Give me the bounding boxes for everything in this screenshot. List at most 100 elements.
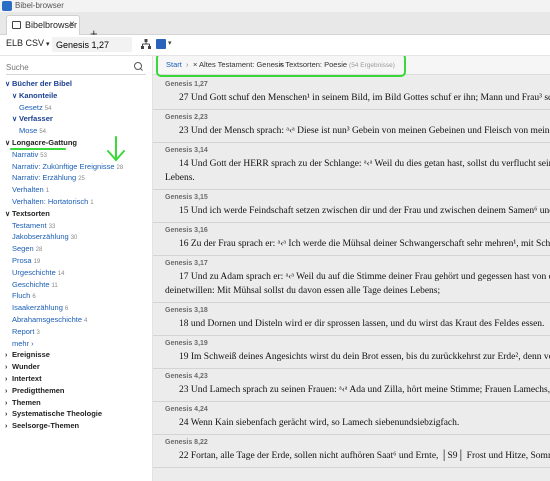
verse-card[interactable]: Genesis 3,18 18 und Dornen und Disteln wi…	[153, 303, 550, 336]
tab-bibelbrowser[interactable]: Bibelbrowser ×	[6, 15, 80, 35]
filter-count: 28	[35, 247, 43, 254]
verse-text: 23 Und Lamech sprach zu seinen Frauen: ᵃ…	[179, 385, 550, 395]
filter-subgroup[interactable]: ∨ Verfasser	[0, 113, 152, 125]
verse-card[interactable]: Genesis 2,23 23 Und der Mensch sprach: ᵃ‹…	[153, 110, 550, 143]
filter-item[interactable]: Prosa 19	[0, 255, 152, 267]
filter-label: Narrativ	[12, 149, 39, 159]
tab-bar: Bibelbrowser × +	[0, 12, 550, 41]
annotation-highlight-box	[156, 56, 406, 77]
annotation-underline	[10, 148, 66, 150]
verse-card[interactable]: Genesis 3,14 14 Und Gott der HERR sprach …	[153, 143, 550, 190]
verse-reference[interactable]: Genesis 3,16	[165, 223, 550, 237]
filter-label: Fluch	[12, 291, 31, 301]
breadcrumb: Start › × Altes Testament: Genesis › × T…	[153, 56, 550, 77]
filter-count: 53	[40, 152, 47, 159]
verse-card[interactable]: Genesis 3,19 19 Im Schweiß deines Angesic…	[153, 336, 550, 369]
filter-item[interactable]: Narrativ 53	[0, 149, 152, 161]
filter-item[interactable]: Verhalten: Hortatorisch 1	[0, 196, 152, 208]
filter-label: Geschichte	[12, 279, 50, 289]
filter-section[interactable]: ∨ Bücher der Bibel	[0, 78, 152, 90]
filter-section[interactable]: › Predigtthemen	[0, 385, 152, 397]
chevron-down-icon[interactable]: ▾	[168, 39, 172, 47]
filter-label: Ereignisse	[12, 350, 50, 360]
filter-label: Predigtthemen	[12, 385, 65, 395]
results-panel: Start › × Altes Testament: Genesis › × T…	[153, 56, 550, 481]
filter-count: 11	[51, 282, 58, 289]
verse-text: 17 Und zu Adam sprach er: ᵃ‹ᵃ Weil du au…	[179, 272, 550, 282]
filter-section[interactable]: ∨ Longacre-Gattung	[0, 137, 152, 149]
filter-item[interactable]: Narrativ: Zukünftige Ereignisse 28	[0, 161, 152, 173]
filter-label: Verhalten	[12, 185, 44, 195]
verse-reference[interactable]: Genesis 3,18	[165, 303, 550, 317]
filter-label: Intertext	[12, 373, 42, 383]
filter-label: Textsorten	[12, 208, 50, 218]
verse-card[interactable]: Genesis 8,22 22 Fortan, alle Tage der Erd…	[153, 435, 550, 468]
filter-label: Bücher der Bibel	[12, 79, 73, 88]
filter-count: 54	[44, 105, 52, 112]
filter-item[interactable]: Fluch 6	[0, 290, 152, 302]
annotation-arrow-icon	[107, 136, 125, 162]
checkbox-icon[interactable]	[156, 39, 166, 49]
filter-count: 1	[45, 188, 50, 195]
verse-reference[interactable]: Genesis 3,17	[165, 256, 550, 270]
filter-item[interactable]: Urgeschichte 14	[0, 267, 152, 279]
verse-reference[interactable]: Genesis 3,15	[165, 190, 550, 204]
verse-reference[interactable]: Genesis 4,24	[165, 402, 550, 416]
verse-reference[interactable]: Genesis 8,22	[165, 435, 550, 449]
filter-section[interactable]: › Systematische Theologie	[0, 408, 152, 420]
tree-structure-icon[interactable]	[141, 39, 151, 49]
filter-item[interactable]: Gesetz 54	[0, 102, 152, 114]
filter-item[interactable]: Verhalten 1	[0, 184, 152, 196]
verse-reference[interactable]: Genesis 4,23	[165, 369, 550, 383]
filter-sidebar: ∨Bücher der Bibel∨KanonteileGesetz54∨Ver…	[0, 56, 153, 481]
filter-section[interactable]: › Seelsorge-Themen	[0, 420, 152, 432]
verse-card[interactable]: Genesis 4,23 23 Und Lamech sprach zu sein…	[153, 369, 550, 402]
translation-select[interactable]: ELB CSV ▾	[6, 38, 50, 48]
close-tab-icon[interactable]: ×	[69, 19, 75, 30]
filter-subgroup[interactable]: ∨ Kanonteile	[0, 90, 152, 102]
more-link[interactable]: mehr ›	[0, 338, 152, 350]
filter-label: Wunder	[12, 362, 40, 372]
filter-label: Verfasser	[19, 114, 53, 124]
filter-label: Prosa	[12, 255, 32, 265]
filter-section[interactable]: ∨ Textsorten	[0, 208, 152, 220]
filter-section[interactable]: › Wunder	[0, 361, 152, 373]
verse-card[interactable]: Genesis 1,27 27 Und Gott schuf den Mensch…	[153, 77, 550, 110]
verse-card[interactable]: Genesis 3,16 16 Zu der Frau sprach er: ᵃ‹…	[153, 223, 550, 256]
filter-label: Mose	[19, 126, 38, 136]
verse-text: 27 Und Gott schuf den Menschen¹ in seine…	[179, 93, 550, 103]
filter-count: 54	[39, 129, 47, 136]
verse-text: 15 Und ich werde Feindschaft setzen zwis…	[179, 206, 550, 216]
filter-item[interactable]: Segen 28	[0, 243, 152, 255]
app-icon	[2, 1, 12, 11]
verse-text: 22 Fortan, alle Tage der Erde, sollen ni…	[179, 451, 550, 461]
verse-reference[interactable]: Genesis 3,19	[165, 336, 550, 350]
verse-reference[interactable]: Genesis 3,14	[165, 143, 550, 157]
filter-item[interactable]: Narrativ: Erzählung 25	[0, 172, 152, 184]
filter-item[interactable]: Report 3	[0, 326, 152, 338]
filter-label: Narrativ: Erzählung	[12, 173, 77, 183]
search-icon[interactable]	[134, 62, 142, 70]
verse-reference[interactable]: Genesis 2,23	[165, 110, 550, 124]
filter-section[interactable]: › Ereignisse	[0, 349, 152, 361]
filter-count: 6	[32, 294, 36, 301]
verse-text: 24 Wenn Kain siebenfach gerächt wird, so…	[179, 418, 460, 428]
filter-item[interactable]: Jakobserzählung 30	[0, 231, 152, 243]
verse-text-continued: deinetwillen: Mit Mühsal sollst du davon…	[165, 286, 441, 296]
filter-item[interactable]: Abrahamsgeschichte 4	[0, 314, 152, 326]
filter-label: Longacre-Gattung	[12, 137, 77, 147]
filter-item[interactable]: Testament 33	[0, 220, 152, 232]
verse-card[interactable]: Genesis 4,24 24 Wenn Kain siebenfach gerä…	[153, 402, 550, 435]
filter-label: Segen	[12, 244, 34, 254]
search-input[interactable]	[6, 60, 146, 75]
filter-count: 28	[116, 164, 124, 171]
verse-card[interactable]: Genesis 3,15 15 Und ich werde Feindschaft…	[153, 190, 550, 223]
verse-reference[interactable]: Genesis 1,27	[165, 77, 550, 91]
filter-item[interactable]: Mose 54	[0, 125, 152, 137]
filter-section[interactable]: › Intertext	[0, 373, 152, 385]
verse-card[interactable]: Genesis 3,17 17 Und zu Adam sprach er: ᵃ‹…	[153, 256, 550, 303]
filter-item[interactable]: Geschichte 11	[0, 279, 152, 291]
filter-section[interactable]: › Themen	[0, 397, 152, 409]
reference-input[interactable]	[52, 37, 132, 52]
filter-item[interactable]: Isaakerzählung 6	[0, 302, 152, 314]
